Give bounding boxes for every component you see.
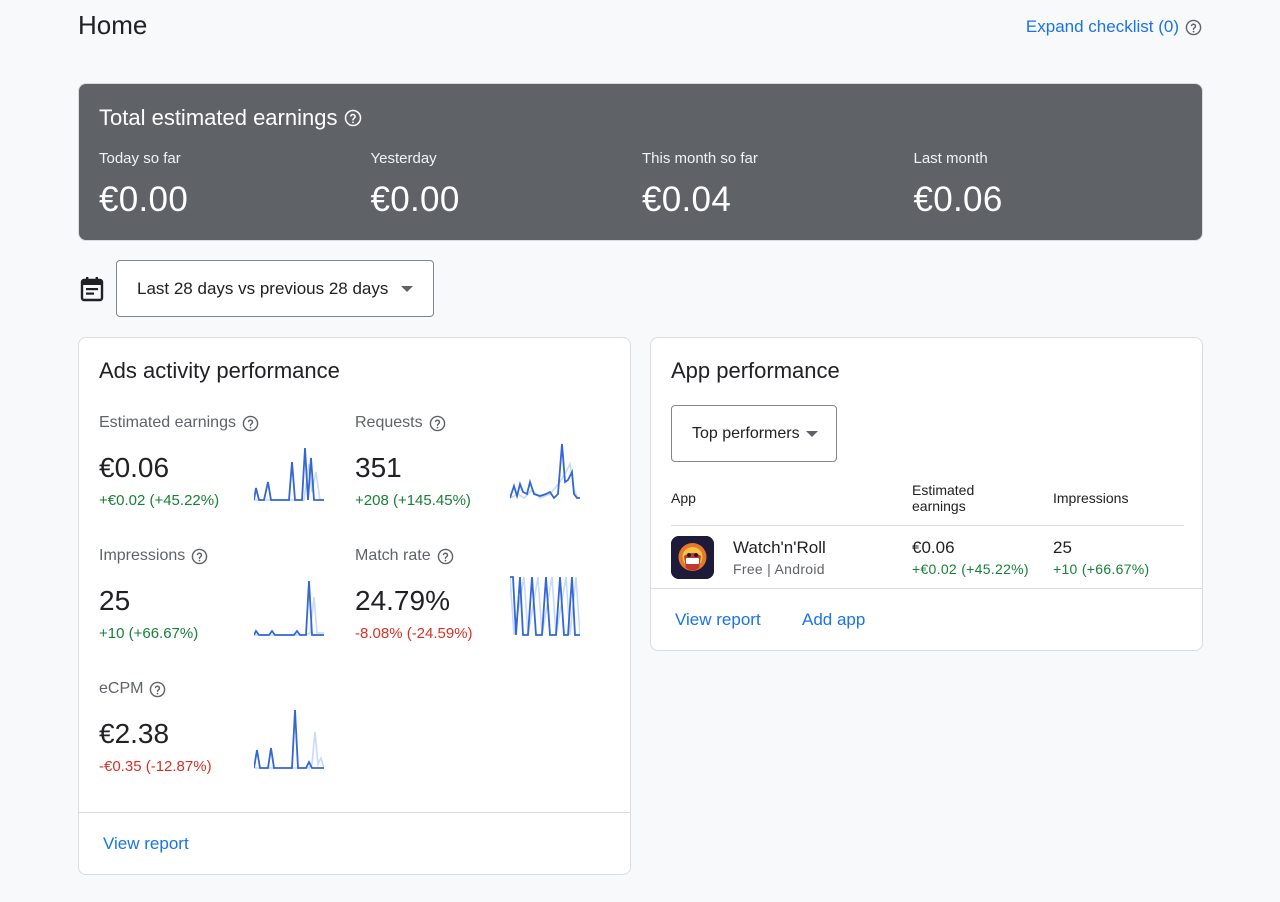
table-header: App Estimated earnings Impressions: [671, 478, 1184, 526]
metric-change: -8.08% (-24.59%): [355, 625, 473, 642]
metric-label: eCPM: [99, 680, 144, 697]
metric-value: €2.38: [99, 718, 170, 749]
sparkline-chart: [254, 447, 324, 501]
earnings-last-month: Last month €0.06: [914, 150, 1186, 220]
earnings-label: Last month: [913, 150, 988, 167]
app-icon: [671, 536, 714, 579]
impressions-change: +10 (+66.67%): [1053, 561, 1150, 577]
earnings-this-month: This month so far €0.04: [642, 150, 914, 220]
earnings-title: Total estimated earnings: [99, 105, 362, 131]
ads-activity-title: Ads activity performance: [99, 358, 340, 383]
help-icon[interactable]: [191, 548, 208, 565]
column-header-app[interactable]: App: [671, 490, 696, 506]
chevron-down-icon: [401, 285, 413, 292]
app-platform: Free | Android: [733, 561, 825, 577]
app-name[interactable]: Watch'n'Roll: [733, 538, 826, 558]
impressions-value: 25: [1053, 538, 1072, 557]
help-icon[interactable]: [1185, 19, 1202, 36]
metric-label: Estimated earnings: [99, 414, 236, 431]
column-header-earnings[interactable]: Estimated earnings: [912, 482, 1002, 514]
help-icon[interactable]: [344, 109, 362, 127]
earnings-label: This month so far: [642, 150, 758, 167]
earnings-yesterday: Yesterday €0.00: [371, 150, 643, 220]
earnings-value: €0.04: [642, 180, 732, 219]
metric-label: Requests: [355, 414, 423, 431]
metric-ecpm[interactable]: eCPM €2.38 -€0.35 (-12.87%): [99, 680, 339, 790]
date-range-select[interactable]: Last 28 days vs previous 28 days: [116, 260, 434, 317]
ads-activity-footer: View report: [79, 812, 630, 853]
metric-value: 24.79%: [355, 585, 450, 616]
view-report-link[interactable]: View report: [675, 610, 761, 630]
metric-value: 25: [99, 585, 131, 616]
metric-value: €0.06: [99, 452, 170, 483]
earnings-value: €0.00: [370, 180, 460, 219]
metric-change: -€0.35 (-12.87%): [99, 758, 212, 775]
earnings-value: €0.06: [912, 538, 955, 557]
expand-checklist-link[interactable]: Expand checklist (0): [1026, 17, 1202, 37]
top-performers-label: Top performers: [692, 424, 800, 442]
view-report-link[interactable]: View report: [103, 834, 189, 854]
metric-label: Match rate: [355, 547, 431, 564]
help-icon[interactable]: [429, 415, 446, 432]
metric-change: +208 (+145.45%): [355, 492, 471, 509]
metric-value: 351: [355, 452, 402, 483]
sparkline-chart: [254, 580, 324, 636]
metric-match-rate[interactable]: Match rate 24.79% -8.08% (-24.59%): [355, 547, 595, 657]
table-row[interactable]: Watch'n'Roll Free | Android €0.06 +€0.02…: [671, 526, 1184, 588]
earnings-label: Yesterday: [370, 150, 437, 167]
column-header-impressions[interactable]: Impressions: [1053, 490, 1128, 506]
sparkline-chart: [510, 443, 580, 500]
ads-activity-card: Ads activity performance Estimated earni…: [78, 337, 631, 875]
metric-impressions[interactable]: Impressions 25 +10 (+66.67%): [99, 547, 339, 657]
metric-requests[interactable]: Requests 351 +208 (+145.45%): [355, 414, 595, 524]
earnings-title-label: Total estimated earnings: [99, 105, 338, 130]
help-icon[interactable]: [242, 415, 259, 432]
metric-estimated-earnings[interactable]: Estimated earnings €0.06 +€0.02 (+45.22%…: [99, 414, 339, 524]
metric-label: Impressions: [99, 547, 186, 564]
metric-change: +10 (+66.67%): [99, 625, 199, 642]
help-icon[interactable]: [149, 681, 166, 698]
top-performers-select[interactable]: Top performers: [671, 405, 837, 462]
earnings-change: +€0.02 (+45.22%): [912, 561, 1029, 577]
metric-change: +€0.02 (+45.22%): [99, 492, 220, 509]
chevron-down-icon: [806, 430, 818, 437]
calendar-icon[interactable]: [78, 275, 106, 303]
earnings-value: €0.00: [99, 180, 189, 219]
app-performance-title: App performance: [671, 358, 840, 383]
earnings-today: Today so far €0.00: [99, 150, 371, 220]
total-earnings-card: Total estimated earnings Today so far €0…: [78, 83, 1203, 241]
sparkline-chart: [510, 576, 580, 636]
app-performance-footer: View report Add app: [651, 588, 1202, 629]
earnings-label: Today so far: [99, 150, 181, 167]
date-range-row: Last 28 days vs previous 28 days: [78, 260, 434, 317]
earnings-value: €0.06: [913, 180, 1003, 219]
add-app-link[interactable]: Add app: [802, 610, 865, 630]
date-range-label: Last 28 days vs previous 28 days: [137, 278, 389, 298]
app-performance-card: App performance Top performers App Estim…: [650, 337, 1203, 651]
expand-checklist-label: Expand checklist (0): [1025, 17, 1179, 36]
sparkline-chart: [254, 709, 324, 769]
page-title: Home: [78, 10, 148, 40]
help-icon[interactable]: [437, 548, 454, 565]
